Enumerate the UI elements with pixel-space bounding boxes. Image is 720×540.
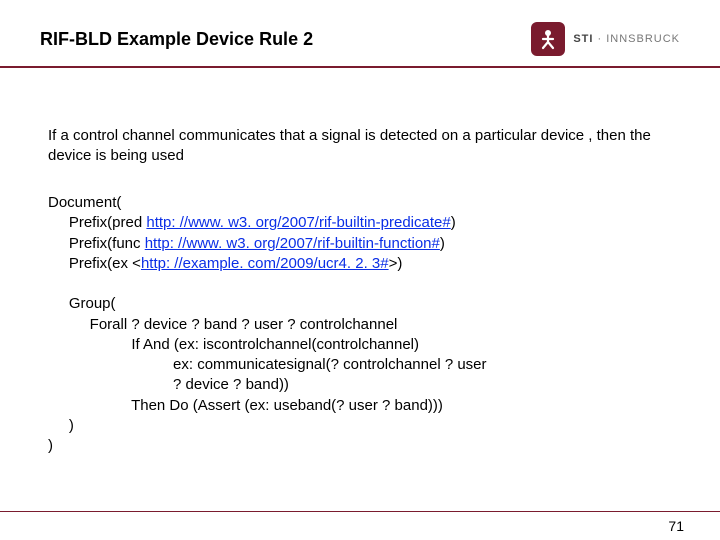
code-line: Group(	[48, 295, 116, 312]
code-line: Prefix(pred	[48, 214, 146, 231]
code-line: Forall ? device ? band ? user ? controlc…	[48, 316, 397, 333]
function-link[interactable]: http: //www. w3. org/2007/rif-builtin-fu…	[145, 235, 440, 252]
logo-text: STI · INNSBRUCK	[573, 33, 680, 45]
logo-subbrand: · INNSBRUCK	[593, 33, 680, 45]
code-line: Prefix(ex <	[48, 255, 141, 272]
code-line: Document(	[48, 194, 121, 211]
code-line: ? device ? band))	[48, 376, 289, 393]
code-line: )	[48, 437, 53, 454]
slide-header: RIF-BLD Example Device Rule 2 STI · INNS…	[0, 0, 720, 56]
slide-content: If a control channel communicates that a…	[0, 68, 720, 456]
code-line: )	[440, 235, 445, 252]
logo-brand: STI	[573, 33, 593, 45]
example-link[interactable]: http: //example. com/2009/ucr4. 2. 3#	[141, 255, 389, 272]
logo-area: STI · INNSBRUCK	[531, 22, 680, 56]
code-line: )	[48, 417, 74, 434]
code-line: )	[451, 214, 456, 231]
code-block: Document( Prefix(pred http: //www. w3. o…	[48, 193, 672, 456]
predicate-link[interactable]: http: //www. w3. org/2007/rif-builtin-pr…	[146, 214, 450, 231]
code-line: Then Do (Assert (ex: useband(? user ? ba…	[48, 397, 443, 414]
code-line: If And (ex: iscontrolchannel(controlchan…	[48, 336, 419, 353]
code-line: >)	[389, 255, 403, 272]
code-line: ex: communicatesignal(? controlchannel ?…	[48, 356, 487, 373]
page-number: 71	[668, 518, 684, 534]
code-line: Prefix(func	[48, 235, 145, 252]
intro-text: If a control channel communicates that a…	[48, 126, 672, 165]
sti-logo-icon	[531, 22, 565, 56]
footer-divider	[0, 511, 720, 512]
slide-title: RIF-BLD Example Device Rule 2	[40, 29, 313, 50]
